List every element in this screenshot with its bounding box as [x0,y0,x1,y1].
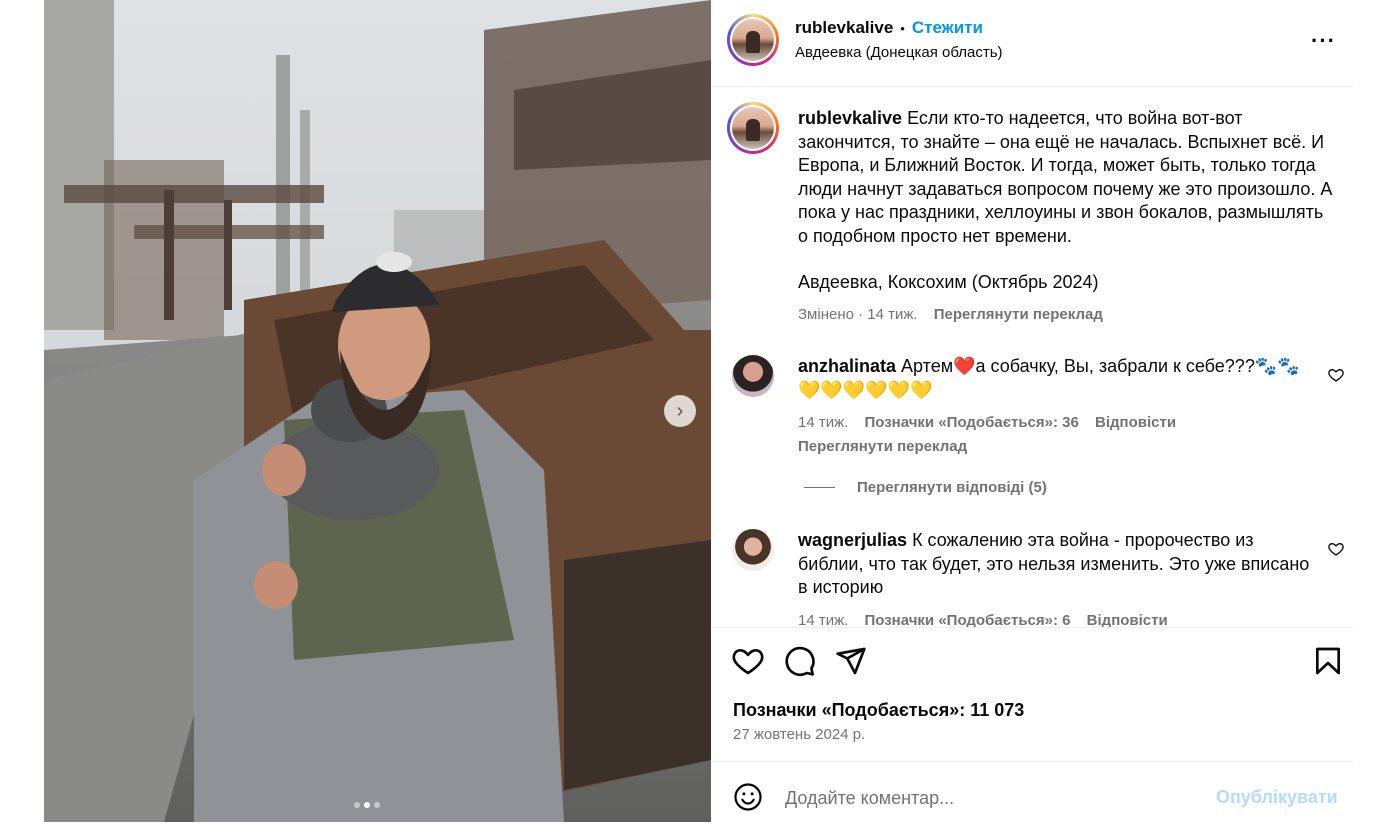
post-side-panel: rublevkalive • Стежити Авдеевка (Донецка… [711,0,1355,825]
comment-item: anzhalinata Артем❤️а собачку, Вы, забрал… [798,355,1313,458]
save-bookmark-icon[interactable] [1312,645,1344,677]
carousel-dot [354,802,360,808]
author-avatar[interactable] [727,14,779,66]
caption-username[interactable]: rublevkalive [798,108,902,128]
reply-button[interactable]: Відповісти [1087,612,1168,628]
comment-input[interactable] [783,782,1207,814]
replies-line [804,487,835,488]
comment-meta: 14 тиж. Позначки «Подобається»: 6 Відпов… [798,609,1313,628]
chevron-right-icon: › [676,400,684,422]
commenter-avatar[interactable] [732,355,774,397]
caption-body: Если кто-то надеется, что война вот-вот … [798,108,1333,246]
post-photo[interactable]: › [44,0,711,822]
post-location[interactable]: Авдеевка (Донецкая область) [795,44,1003,61]
comment-bubble-icon[interactable] [784,645,816,677]
view-replies-label: Переглянути відповіді (5) [857,479,1047,496]
like-heart-icon[interactable] [732,645,764,677]
comment-likes-link[interactable]: Позначки «Подобається»: 6 [864,612,1070,628]
like-comment-heart-icon[interactable] [1328,367,1344,383]
like-comment-heart-icon[interactable] [1328,541,1344,557]
share-paper-plane-icon[interactable] [835,645,867,677]
carousel-dot-active [364,802,370,808]
post-date: 27 жовтень 2024 р. [733,726,866,743]
comments-list[interactable]: rublevkalive Если кто-то надеется, что в… [711,87,1355,627]
caption: rublevkalive Если кто-то надеется, что в… [798,107,1338,326]
separator-dot: • [900,20,905,36]
view-replies-button[interactable]: Переглянути відповіді (5) [804,479,1047,496]
carousel-dots [354,802,380,808]
carousel-dot [374,802,380,808]
caption-author-avatar[interactable] [727,102,779,154]
comment-username[interactable]: anzhalinata [798,356,896,376]
comment-composer: Опублікувати [711,761,1355,826]
caption-meta: Змінено · 14 тиж. Переглянути переклад [798,303,1338,327]
publish-button[interactable]: Опублікувати [1216,787,1338,808]
author-line: rublevkalive • Стежити [795,18,983,38]
reply-button[interactable]: Відповісти [1095,414,1176,431]
comment-item: wagnerjulias К сожалению эта война - про… [798,529,1313,627]
comment-likes-link[interactable]: Позначки «Подобається»: 36 [864,414,1078,431]
caption-translate-link[interactable]: Переглянути переклад [934,306,1103,323]
follow-button[interactable]: Стежити [912,18,983,38]
photo-scene [44,0,711,822]
comment-translate-row: Переглянути переклад [798,435,1313,459]
author-username[interactable]: rublevkalive [795,18,893,38]
caption-edited: Змінено · 14 тиж. [798,305,918,323]
comment-translate-link[interactable]: Переглянути переклад [798,438,967,455]
post-header: rublevkalive • Стежити Авдеевка (Донецка… [711,0,1355,87]
caption-place: Авдеевка, Коксохим (Октябрь 2024) [798,272,1099,292]
comment-username[interactable]: wagnerjulias [798,530,907,550]
more-options-icon[interactable]: ··· [1311,28,1336,54]
post-actions: Позначки «Подобається»: 11 073 27 жовтен… [711,627,1355,762]
comment-age: 14 тиж. [798,414,849,431]
comment-age: 14 тиж. [798,611,849,628]
comment-meta: 14 тиж. Позначки «Подобається»: 36 Відпо… [798,411,1313,435]
emoji-icon[interactable] [733,782,763,812]
next-slide-button[interactable]: › [664,395,696,427]
commenter-avatar[interactable] [732,529,774,571]
likes-count[interactable]: Позначки «Подобається»: 11 073 [733,700,1024,721]
